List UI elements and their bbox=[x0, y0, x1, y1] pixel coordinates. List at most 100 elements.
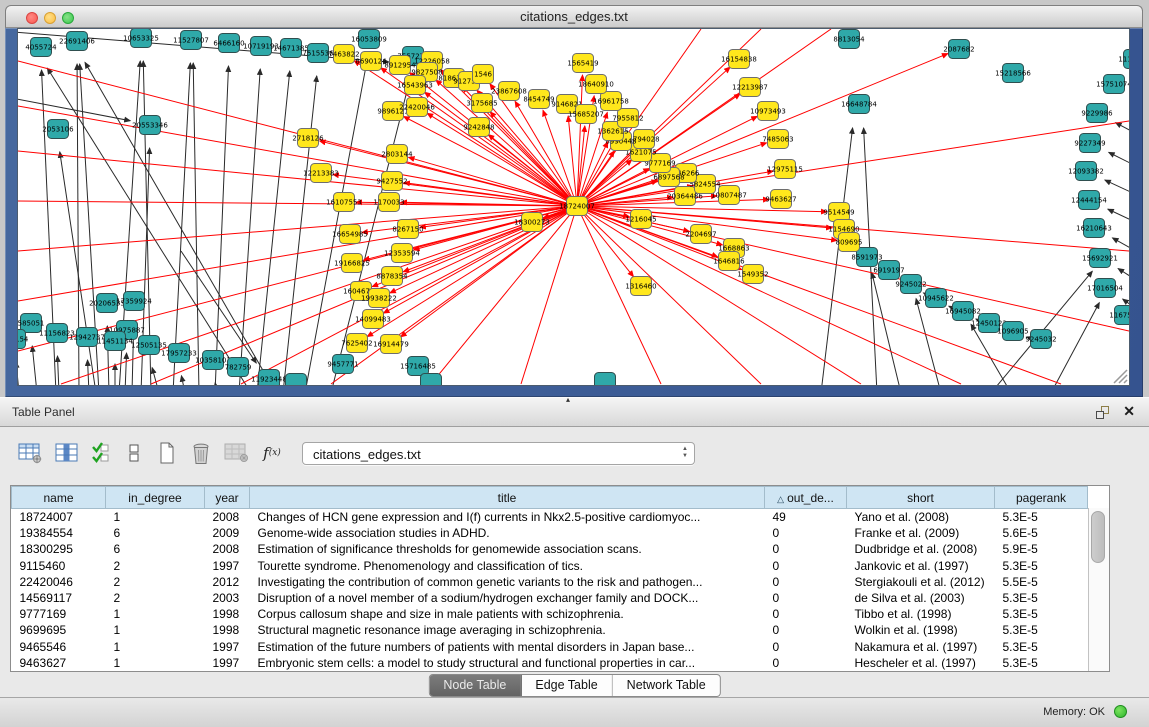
table-cell[interactable]: 0 bbox=[765, 541, 847, 557]
graph-node[interactable]: 9457771 bbox=[327, 355, 358, 374]
table-cell[interactable]: 9777169 bbox=[12, 606, 106, 622]
table-cell[interactable]: Dudbridge et al. (2008) bbox=[847, 541, 995, 557]
table-cell[interactable]: Wolkin et al. (1998) bbox=[847, 622, 995, 638]
graph-node[interactable]: 10945622 bbox=[918, 289, 954, 308]
column-header-title[interactable]: title bbox=[250, 487, 765, 509]
table-cell[interactable]: 14569117 bbox=[12, 590, 106, 606]
graph-node[interactable]: 8878354 bbox=[376, 267, 408, 286]
column-header-year[interactable]: year bbox=[205, 487, 250, 509]
graph-node[interactable]: 8267150 bbox=[392, 220, 423, 239]
table-cell[interactable]: 0 bbox=[765, 622, 847, 638]
table-cell[interactable]: 6 bbox=[106, 525, 205, 541]
table-cell[interactable]: Hescheler et al. (1997) bbox=[847, 655, 995, 671]
table-cell[interactable]: Franke et al. (2009) bbox=[847, 525, 995, 541]
graph-node[interactable]: 6919197 bbox=[873, 261, 904, 280]
float-panel-icon[interactable] bbox=[1096, 406, 1109, 419]
graph-node[interactable]: 1316460 bbox=[625, 277, 656, 296]
graph-node[interactable]: 10653325 bbox=[123, 29, 159, 48]
scrollbar-thumb[interactable] bbox=[1091, 511, 1105, 563]
graph-node[interactable]: 8813054 bbox=[833, 30, 865, 49]
table-cell[interactable]: 18724007 bbox=[12, 509, 106, 526]
table-cell[interactable]: 5.5E-5 bbox=[995, 574, 1088, 590]
table-cell[interactable]: Embryonic stem cells: a model to study s… bbox=[250, 655, 765, 671]
table-cell[interactable]: Estimation of the future numbers of pati… bbox=[250, 639, 765, 655]
select-columns-icon[interactable] bbox=[90, 439, 112, 467]
resize-grip-icon[interactable] bbox=[1114, 370, 1127, 383]
table-row[interactable]: 969969511998Structural magnetic resonanc… bbox=[12, 622, 1088, 638]
graph-node[interactable]: 12353594 bbox=[384, 244, 420, 263]
table-cell[interactable]: Yano et al. (2008) bbox=[847, 509, 995, 526]
delete-icon[interactable] bbox=[189, 439, 213, 467]
graph-node[interactable]: 15716485 bbox=[400, 357, 436, 376]
graph-node[interactable]: 11527807 bbox=[173, 31, 209, 50]
table-cell[interactable]: 5.3E-5 bbox=[995, 590, 1088, 606]
graph-node[interactable]: 4055724 bbox=[25, 38, 57, 57]
table-cell[interactable]: Nakamura et al. (1997) bbox=[847, 639, 995, 655]
table-cell[interactable]: 19384554 bbox=[12, 525, 106, 541]
graph-node[interactable]: 11923448 bbox=[251, 370, 287, 386]
table-cell[interactable]: 9115460 bbox=[12, 558, 106, 574]
graph-node[interactable]: 17016504 bbox=[1087, 279, 1123, 298]
table-cell[interactable]: Jankovic et al. (1997) bbox=[847, 558, 995, 574]
table-row[interactable]: 946362711997Embryonic stem cells: a mode… bbox=[12, 655, 1088, 671]
memory-status-indicator[interactable] bbox=[1114, 705, 1127, 718]
table-cell[interactable]: 2009 bbox=[205, 525, 250, 541]
graph-node[interactable]: 16648784 bbox=[841, 95, 877, 114]
table-cell[interactable]: 2 bbox=[106, 558, 205, 574]
column-header-pagerank[interactable]: pagerank bbox=[995, 487, 1088, 509]
new-column-icon[interactable] bbox=[156, 439, 178, 467]
graph-node[interactable]: 2053106 bbox=[42, 120, 74, 139]
graph-node[interactable]: 19166825 bbox=[334, 254, 370, 273]
table-cell[interactable]: 0 bbox=[765, 574, 847, 590]
table-row[interactable]: 977716911998Corpus callosum shape and si… bbox=[12, 606, 1088, 622]
table-cell[interactable]: Tourette syndrome. Phenomenology and cla… bbox=[250, 558, 765, 574]
column-header-out-degree[interactable]: △out_de... bbox=[765, 487, 847, 509]
table-cell[interactable]: 1998 bbox=[205, 622, 250, 638]
table-cell[interactable]: 1 bbox=[106, 639, 205, 655]
show-column-icon[interactable] bbox=[55, 439, 79, 467]
table-cell[interactable]: 1 bbox=[106, 655, 205, 671]
table-cell[interactable]: 9465546 bbox=[12, 639, 106, 655]
table-cell[interactable]: 5.6E-5 bbox=[995, 525, 1088, 541]
graph-node[interactable]: 9242848 bbox=[463, 118, 494, 137]
table-row[interactable]: 1456911722003Disruption of a novel membe… bbox=[12, 590, 1088, 606]
table-cell[interactable]: 5.9E-5 bbox=[995, 541, 1088, 557]
graph-node[interactable]: 12444154 bbox=[1071, 191, 1107, 210]
table-cell[interactable]: Changes of HCN gene expression and I(f) … bbox=[250, 509, 765, 526]
table-cell[interactable]: 5.3E-5 bbox=[995, 558, 1088, 574]
graph-node[interactable]: 7485063 bbox=[762, 130, 793, 149]
table-cell[interactable]: 1998 bbox=[205, 606, 250, 622]
table-cell[interactable]: 2008 bbox=[205, 509, 250, 526]
table-cell[interactable]: 2012 bbox=[205, 574, 250, 590]
table-cell[interactable]: 0 bbox=[765, 590, 847, 606]
graph-node[interactable]: 9463627 bbox=[765, 190, 796, 209]
table-cell[interactable]: 18300295 bbox=[12, 541, 106, 557]
table-cell[interactable]: 1997 bbox=[205, 655, 250, 671]
table-settings-icon[interactable] bbox=[18, 439, 44, 467]
table-cell[interactable]: Disruption of a novel member of a sodium… bbox=[250, 590, 765, 606]
network-canvas[interactable]: 4055724226914061065332511527807646616010… bbox=[17, 28, 1130, 386]
table-cell[interactable]: 49 bbox=[765, 509, 847, 526]
table-cell[interactable]: Corpus callosum shape and size in male p… bbox=[250, 606, 765, 622]
column-header-in-degree[interactable]: in_degree bbox=[106, 487, 205, 509]
graph-node[interactable] bbox=[595, 373, 616, 386]
graph-node[interactable]: 22691406 bbox=[59, 32, 95, 51]
panel-divider-arrow-icon[interactable]: ▴ bbox=[566, 395, 570, 404]
table-cell[interactable]: 5.3E-5 bbox=[995, 509, 1088, 526]
table-cell[interactable]: 22420046 bbox=[12, 574, 106, 590]
graph-node[interactable]: 15692921 bbox=[1082, 249, 1118, 268]
graph-node[interactable]: 12093382 bbox=[1068, 162, 1104, 181]
graph-node[interactable]: 2087682 bbox=[943, 40, 974, 59]
graph-node[interactable]: 16945082 bbox=[945, 302, 981, 321]
column-header-short[interactable]: short bbox=[847, 487, 995, 509]
graph-node[interactable]: 8454749 bbox=[523, 90, 554, 109]
table-select-combo[interactable]: citations_edges.txt ▲▼ bbox=[302, 442, 695, 465]
table-cell[interactable]: 5.3E-5 bbox=[995, 639, 1088, 655]
table-cell[interactable]: 1 bbox=[106, 509, 205, 526]
graph-node[interactable]: 2718126 bbox=[292, 129, 324, 148]
rows-icon[interactable] bbox=[123, 439, 145, 467]
table-cell[interactable]: Genome-wide association studies in ADHD. bbox=[250, 525, 765, 541]
graph-node[interactable]: 8690124 bbox=[355, 52, 387, 71]
table-cell[interactable]: 2003 bbox=[205, 590, 250, 606]
graph-node[interactable]: 16210643 bbox=[1076, 219, 1112, 238]
